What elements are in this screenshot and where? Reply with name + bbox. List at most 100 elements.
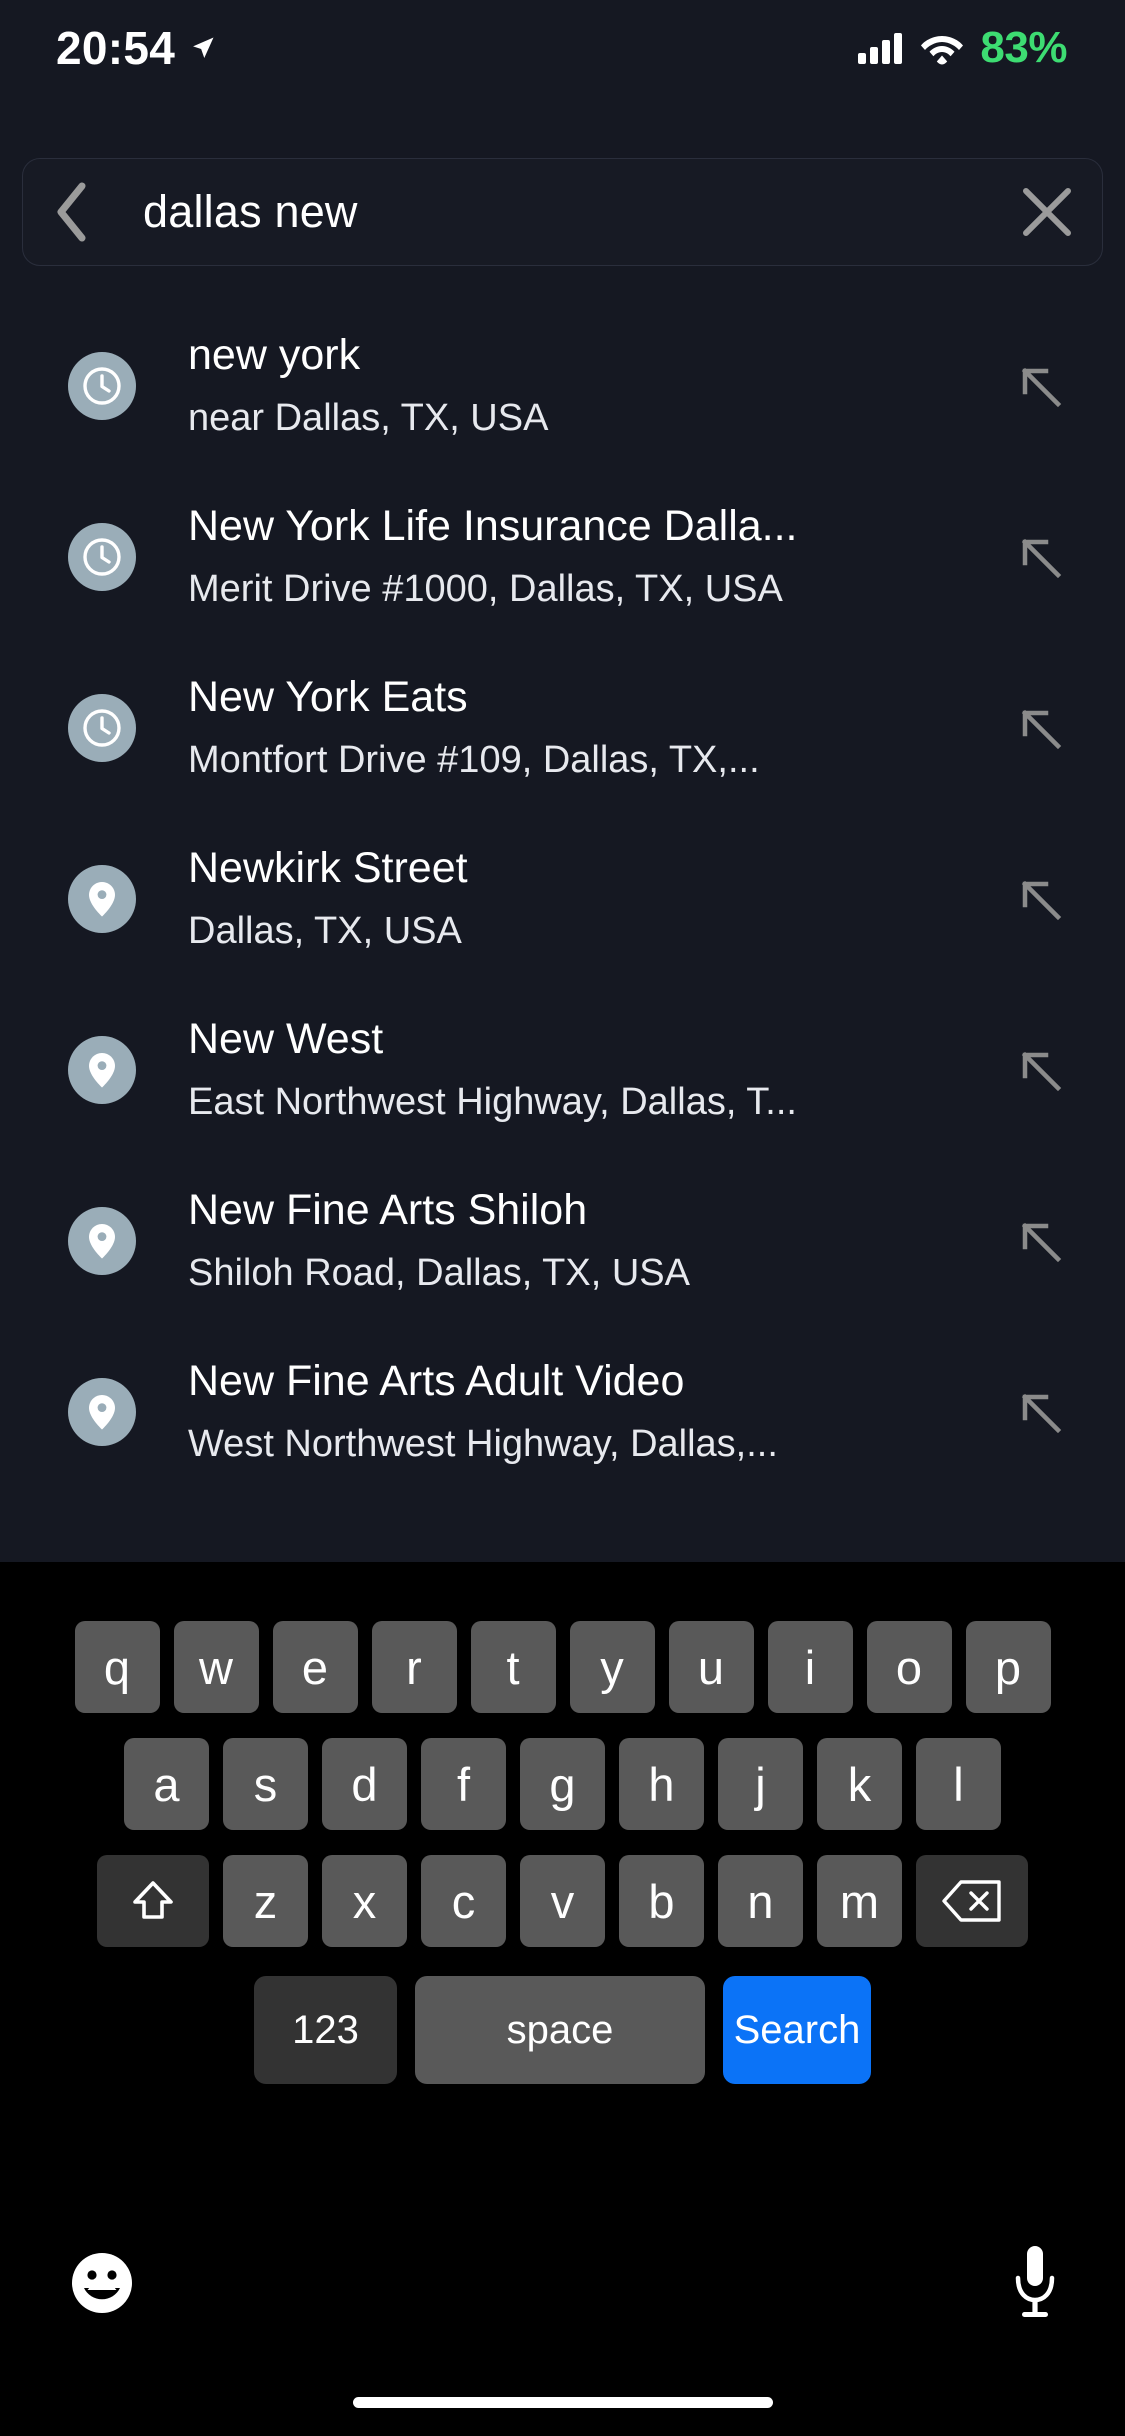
key-k[interactable]: k	[817, 1738, 902, 1830]
key-z[interactable]: z	[223, 1855, 308, 1947]
list-item-title: New York Eats	[188, 672, 1009, 723]
list-item-subtitle: West Northwest Highway, Dallas,...	[188, 1422, 1009, 1467]
list-item-text: New York Life Insurance Dalla... Merit D…	[136, 501, 1009, 612]
map-pin-icon	[68, 1036, 136, 1104]
chevron-left-icon	[54, 182, 88, 242]
keyboard-row-1: q w e r t y u i o p	[0, 1621, 1125, 1713]
fill-query-button[interactable]	[1009, 1217, 1071, 1265]
key-x[interactable]: x	[322, 1855, 407, 1947]
list-item[interactable]: new york near Dallas, TX, USA	[0, 300, 1125, 471]
key-h[interactable]: h	[619, 1738, 704, 1830]
key-p[interactable]: p	[966, 1621, 1051, 1713]
cellular-signal-icon	[858, 31, 904, 65]
wifi-icon	[920, 31, 964, 65]
key-o[interactable]: o	[867, 1621, 952, 1713]
key-a[interactable]: a	[124, 1738, 209, 1830]
key-u[interactable]: u	[669, 1621, 754, 1713]
fill-query-button[interactable]	[1009, 1046, 1071, 1094]
search-results-list[interactable]: new york near Dallas, TX, USA New York L…	[0, 300, 1125, 1562]
list-item-title: New Fine Arts Adult Video	[188, 1356, 1009, 1407]
list-item-text: New York Eats Montfort Drive #109, Dalla…	[136, 672, 1009, 783]
list-item-title: New Fine Arts Shiloh	[188, 1185, 1009, 1236]
key-e[interactable]: e	[273, 1621, 358, 1713]
battery-percentage: 83%	[980, 23, 1067, 73]
clear-search-button[interactable]	[992, 159, 1102, 265]
list-item-subtitle: near Dallas, TX, USA	[188, 396, 1009, 441]
list-item-subtitle: Dallas, TX, USA	[188, 909, 1009, 954]
list-item[interactable]: Newkirk Street Dallas, TX, USA	[0, 813, 1125, 984]
list-item[interactable]: New York Eats Montfort Drive #109, Dalla…	[0, 642, 1125, 813]
list-item-subtitle: Merit Drive #1000, Dallas, TX, USA	[188, 567, 1009, 612]
list-item-title: New West	[188, 1014, 1009, 1065]
list-item-subtitle: East Northwest Highway, Dallas, T...	[188, 1080, 1009, 1125]
keyboard-row-2: a s d f g h j k l	[0, 1738, 1125, 1830]
shift-key[interactable]	[97, 1855, 209, 1947]
key-i[interactable]: i	[768, 1621, 853, 1713]
list-item[interactable]: New York Life Insurance Dalla... Merit D…	[0, 471, 1125, 642]
search-bar[interactable]: dallas new	[22, 158, 1103, 266]
list-item-title: new york	[188, 330, 1009, 381]
key-q[interactable]: q	[75, 1621, 160, 1713]
fill-query-button[interactable]	[1009, 875, 1071, 923]
list-item[interactable]: New Fine Arts Shiloh Shiloh Road, Dallas…	[0, 1155, 1125, 1326]
location-arrow-icon	[189, 34, 217, 62]
list-item[interactable]: New Fine Arts Adult Video West Northwest…	[0, 1326, 1125, 1497]
key-v[interactable]: v	[520, 1855, 605, 1947]
list-item-title: Newkirk Street	[188, 843, 1009, 894]
keyboard-row-4: 123 space Search	[0, 1976, 1125, 2084]
key-m[interactable]: m	[817, 1855, 902, 1947]
backspace-delete-icon	[941, 1878, 1003, 1924]
status-bar-right: 83%	[858, 23, 1067, 73]
list-item-text: New Fine Arts Shiloh Shiloh Road, Dallas…	[136, 1185, 1009, 1296]
history-clock-icon	[68, 352, 136, 420]
space-key[interactable]: space	[415, 1976, 705, 2084]
list-item-subtitle: Montfort Drive #109, Dallas, TX,...	[188, 738, 1009, 783]
close-x-icon	[1020, 185, 1074, 239]
key-l[interactable]: l	[916, 1738, 1001, 1830]
keyboard-row-3: z x c v b n m	[0, 1855, 1125, 1947]
fill-query-button[interactable]	[1009, 704, 1071, 752]
key-f[interactable]: f	[421, 1738, 506, 1830]
status-bar: 20:54 83%	[0, 0, 1125, 95]
key-b[interactable]: b	[619, 1855, 704, 1947]
history-clock-icon	[68, 694, 136, 762]
map-pin-icon	[68, 1378, 136, 1446]
key-c[interactable]: c	[421, 1855, 506, 1947]
key-s[interactable]: s	[223, 1738, 308, 1830]
arrow-up-left-icon	[1016, 362, 1064, 410]
numbers-key[interactable]: 123	[254, 1976, 397, 2084]
list-item[interactable]: New West East Northwest Highway, Dallas,…	[0, 984, 1125, 1155]
list-item-text: Newkirk Street Dallas, TX, USA	[136, 843, 1009, 954]
key-j[interactable]: j	[718, 1738, 803, 1830]
emoji-key[interactable]	[65, 2246, 139, 2325]
arrow-up-left-icon	[1016, 1388, 1064, 1436]
onscreen-keyboard[interactable]: q w e r t y u i o p a s d f g h j k l	[0, 1562, 1125, 2436]
key-n[interactable]: n	[718, 1855, 803, 1947]
key-y[interactable]: y	[570, 1621, 655, 1713]
history-clock-icon	[68, 523, 136, 591]
list-item-text: New Fine Arts Adult Video West Northwest…	[136, 1356, 1009, 1467]
search-key[interactable]: Search	[723, 1976, 871, 2084]
fill-query-button[interactable]	[1009, 362, 1071, 410]
keyboard-bottom-bar	[0, 2230, 1125, 2340]
backspace-key[interactable]	[916, 1855, 1028, 1947]
back-button[interactable]	[23, 159, 119, 265]
dictation-key[interactable]	[1010, 2242, 1060, 2329]
key-w[interactable]: w	[174, 1621, 259, 1713]
list-item-title: New York Life Insurance Dalla...	[188, 501, 1009, 552]
arrow-up-left-icon	[1016, 875, 1064, 923]
fill-query-button[interactable]	[1009, 1388, 1071, 1436]
key-r[interactable]: r	[372, 1621, 457, 1713]
map-pin-icon	[68, 1207, 136, 1275]
shift-arrow-up-icon	[127, 1875, 179, 1927]
map-pin-icon	[68, 865, 136, 933]
emoji-smiley-icon	[65, 2246, 139, 2320]
search-input[interactable]: dallas new	[119, 186, 992, 238]
key-t[interactable]: t	[471, 1621, 556, 1713]
fill-query-button[interactable]	[1009, 533, 1071, 581]
microphone-icon	[1010, 2242, 1060, 2324]
phone-screen: 20:54 83% dallas n	[0, 0, 1125, 2436]
key-d[interactable]: d	[322, 1738, 407, 1830]
home-indicator[interactable]	[353, 2397, 773, 2408]
key-g[interactable]: g	[520, 1738, 605, 1830]
